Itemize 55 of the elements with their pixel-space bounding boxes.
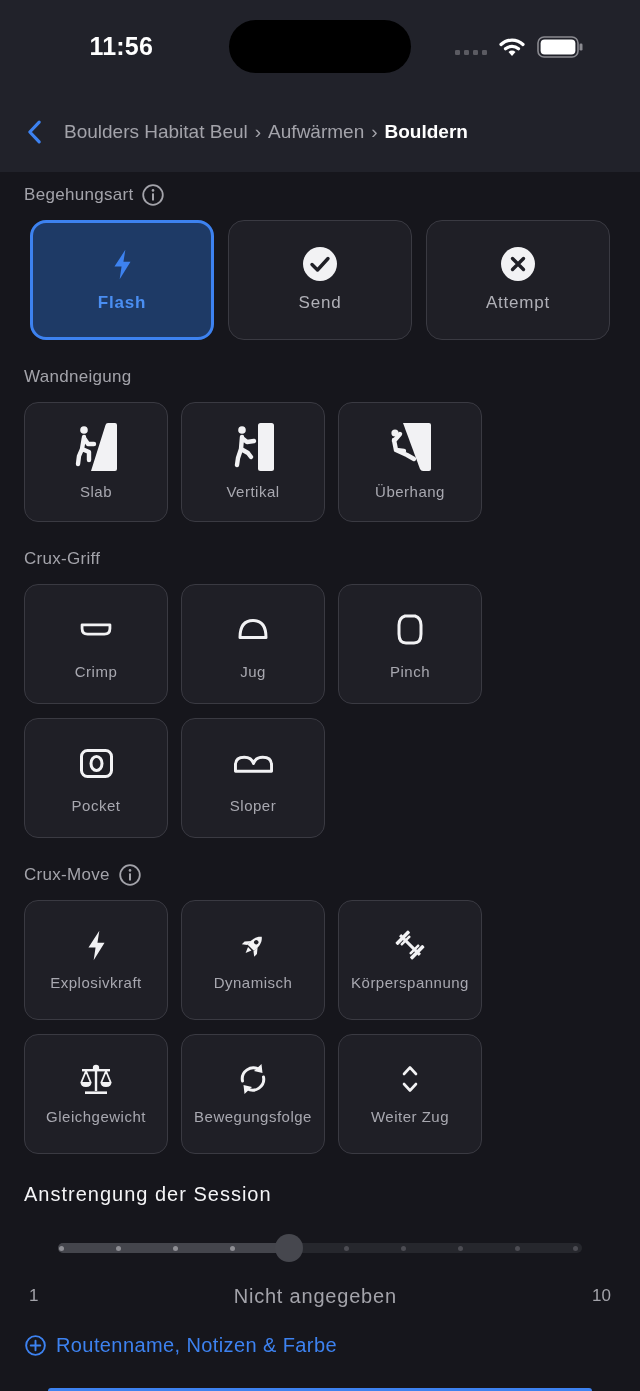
crimp-hold-icon <box>80 622 112 636</box>
lightning-icon <box>113 248 131 280</box>
option-button[interactable]: Pinch <box>338 584 482 704</box>
slider-thumb[interactable] <box>275 1234 304 1262</box>
signal-icon <box>455 50 487 55</box>
wifi-icon <box>499 36 525 57</box>
pocket-hold-icon <box>79 748 113 778</box>
climber-slab-wall-icon <box>75 423 117 471</box>
option-button[interactable]: Jug <box>181 584 325 704</box>
option-button[interactable]: Slab <box>24 402 168 522</box>
option-button[interactable]: Sloper <box>181 718 325 838</box>
section-title: Crux-Move <box>24 864 110 886</box>
option-button[interactable]: Explosivkraft <box>24 900 168 1020</box>
breadcrumb-link[interactable]: Boulders Habitat Beul <box>64 120 248 144</box>
scale-min-label: 1 <box>29 1285 39 1307</box>
info-icon[interactable] <box>118 864 141 886</box>
scale-max-label: 10 <box>592 1285 611 1307</box>
section-title: Anstrengung der Session <box>24 1182 272 1206</box>
breadcrumb-current: Bouldern <box>384 120 468 144</box>
chevron-up-down-icon <box>402 1064 418 1094</box>
breadcrumb-separator: › <box>254 120 262 144</box>
option-button[interactable]: Weiter Zug <box>338 1034 482 1154</box>
barbell-icon <box>393 928 427 962</box>
option-button[interactable]: Pocket <box>24 718 168 838</box>
option-button[interactable]: Attempt <box>426 220 610 340</box>
option-button[interactable]: Bewegungsfolge <box>181 1034 325 1154</box>
climber-overhang-wall-icon <box>389 423 431 471</box>
option-button[interactable]: Überhang <box>338 402 482 522</box>
battery-icon <box>537 35 583 58</box>
section-title: Wandneigung <box>24 366 132 388</box>
lightning-icon <box>87 929 105 961</box>
option-button[interactable]: Send <box>228 220 412 340</box>
status-time: 11:56 <box>89 32 153 61</box>
option-button[interactable]: Gleichgewicht <box>24 1034 168 1154</box>
section-title: Crux-Griff <box>24 548 101 570</box>
option-button[interactable]: Vertikal <box>181 402 325 522</box>
climber-vertical-wall-icon <box>232 423 274 471</box>
sloper-hold-icon <box>233 753 273 773</box>
x-circle-icon <box>501 247 535 281</box>
circular-arrows-icon <box>239 1061 267 1097</box>
effort-value-label: Nicht angegeben <box>233 1284 397 1308</box>
check-circle-icon <box>303 247 337 281</box>
add-details-link[interactable]: Routenname, Notizen & Farbe <box>25 1332 337 1358</box>
option-button[interactable]: Dynamisch <box>181 900 325 1020</box>
info-icon[interactable] <box>142 184 165 206</box>
breadcrumb-link[interactable]: Aufwärmen <box>268 120 365 144</box>
breadcrumb-separator: › <box>371 120 378 144</box>
plus-circle-icon <box>25 1334 46 1356</box>
option-button[interactable]: Körperspannung <box>338 900 482 1020</box>
jug-hold-icon <box>238 619 268 639</box>
back-icon[interactable] <box>27 119 42 145</box>
section-title: Begehungsart <box>24 184 134 206</box>
balance-scale-icon <box>79 1063 113 1095</box>
option-button[interactable]: Crimp <box>24 584 168 704</box>
pinch-hold-icon <box>397 613 423 645</box>
